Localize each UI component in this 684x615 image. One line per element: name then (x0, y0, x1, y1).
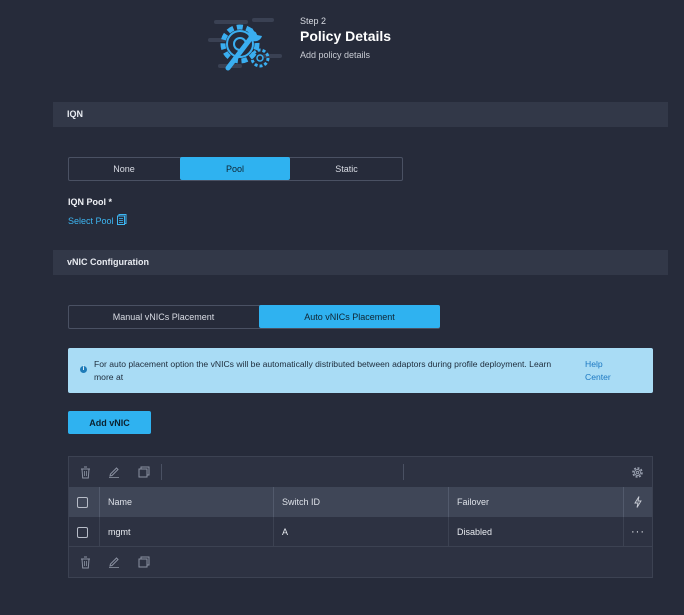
iqn-pool-label: IQN Pool * (68, 197, 113, 207)
table-header-row: Name Switch ID Failover (69, 487, 652, 517)
cell-failover: Disabled (448, 517, 623, 547)
iqn-option-pool[interactable]: Pool (180, 157, 290, 180)
copy-icon[interactable] (137, 555, 151, 569)
iqn-option-static[interactable]: Static (290, 157, 403, 180)
info-icon: i (80, 366, 87, 373)
manual-vnics-placement-option[interactable]: Manual vNICs Placement (68, 305, 259, 328)
edit-pencil-icon[interactable] (107, 555, 121, 569)
table-bottom-toolbar (69, 547, 652, 577)
policy-illustration-gear-wrench-icon (208, 14, 282, 76)
row-checkbox[interactable] (77, 526, 88, 538)
table-row[interactable]: mgmt A Disabled ··· (69, 517, 652, 547)
section-header-vnic-configuration: vNIC Configuration (53, 250, 668, 275)
add-vnic-button[interactable]: Add vNIC (68, 411, 151, 434)
column-header-name[interactable]: Name (99, 487, 273, 517)
cell-switch-id: A (273, 517, 448, 547)
table-toolbar (69, 457, 652, 487)
row-select-cell (69, 517, 99, 547)
page-title: Policy Details (300, 28, 392, 44)
vnic-table: Name Switch ID Failover mgmt A Disabled … (68, 456, 653, 578)
copy-icon[interactable] (137, 465, 151, 479)
trash-icon[interactable] (78, 555, 92, 569)
row-actions-menu[interactable]: ··· (623, 517, 652, 547)
document-list-icon[interactable] (116, 214, 127, 227)
toolbar-divider (403, 464, 404, 480)
help-center-link[interactable]: Help Center (585, 358, 625, 384)
auto-placement-info-banner: i For auto placement option the vNICs wi… (68, 348, 653, 393)
column-header-switch-id[interactable]: Switch ID (273, 487, 448, 517)
trash-icon[interactable] (78, 465, 92, 479)
page-subtitle: Add policy details (300, 50, 371, 60)
select-pool-link[interactable]: Select Pool (68, 214, 127, 227)
lightning-icon[interactable] (623, 487, 652, 517)
select-pool-text[interactable]: Select Pool (68, 216, 114, 226)
settings-gear-icon[interactable] (630, 465, 644, 479)
select-all-checkbox[interactable] (77, 496, 88, 508)
auto-vnics-placement-option[interactable]: Auto vNICs Placement (259, 305, 440, 328)
iqn-option-none[interactable]: None (68, 157, 180, 180)
edit-pencil-icon[interactable] (107, 465, 121, 479)
select-all-cell (69, 487, 99, 517)
info-message: For auto placement option the vNICs will… (94, 359, 552, 382)
toolbar-divider (161, 464, 162, 480)
column-header-failover[interactable]: Failover (448, 487, 623, 517)
cell-name: mgmt (99, 517, 273, 547)
step-number: Step 2 (300, 16, 327, 26)
section-header-iqn: IQN (53, 102, 668, 127)
